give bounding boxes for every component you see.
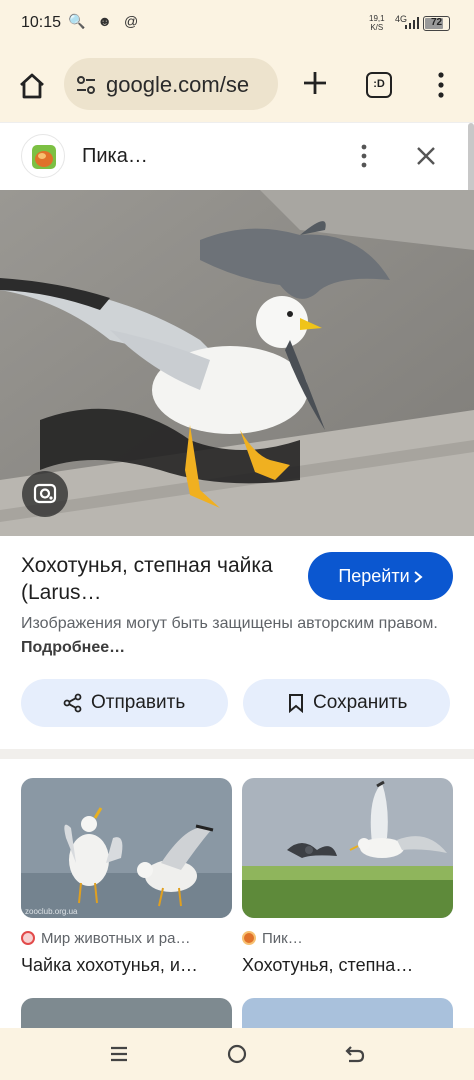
address-bar[interactable]: google.com/se [64, 58, 278, 110]
back-icon [345, 1046, 365, 1063]
share-label: Отправить [91, 692, 186, 713]
home-icon [20, 73, 44, 99]
site-name[interactable]: Пика… [82, 145, 148, 168]
copyright-text: Изображения могут быть защищены авторски… [21, 615, 438, 632]
sheet-header: Пика… [0, 122, 474, 195]
bookmark-icon [289, 694, 303, 713]
save-label: Сохранить [313, 692, 408, 713]
close-button[interactable] [414, 144, 438, 168]
source-favicon [242, 931, 256, 945]
status-time: 10:15 [21, 14, 62, 31]
related-source: Мир животных и ра… [21, 930, 232, 950]
home-button[interactable] [14, 68, 50, 104]
network-speed-value: 19,1 [369, 14, 385, 23]
thumbnail-watermark: zooclub.org.ua [25, 907, 78, 916]
related-title[interactable]: Хохотунья, степна… [242, 955, 453, 976]
network-speed-unit: K/S [370, 23, 384, 32]
section-divider [0, 749, 474, 759]
status-bar: 10:15 🔍 ☻ @ 19,1 K/S 4G 72 [0, 0, 474, 48]
related-thumbnail[interactable] [242, 998, 453, 1028]
more-vert-icon [361, 144, 367, 168]
chevron-right-icon [414, 571, 423, 583]
plus-icon [304, 72, 326, 94]
related-source-name: Пик… [262, 930, 303, 947]
related-card[interactable]: Пик… Хохотунья, степна… [242, 778, 453, 976]
related-source-name: Мир животных и ра… [41, 930, 191, 947]
learn-more-link[interactable]: Подробнее… [21, 639, 125, 656]
system-nav-bar [0, 1028, 474, 1080]
tab-switcher-button[interactable]: :D [366, 72, 392, 98]
back-nav-button[interactable] [343, 1042, 367, 1066]
visit-button-label: Перейти [338, 566, 410, 586]
copyright-notice: Изображения могут быть защищены авторски… [21, 612, 451, 660]
close-icon [417, 147, 435, 165]
result-image[interactable] [0, 190, 474, 536]
browser-menu-button[interactable] [433, 71, 449, 99]
circle-home-icon [227, 1044, 247, 1064]
lens-search-button[interactable] [22, 471, 68, 517]
recent-apps-button[interactable] [107, 1042, 131, 1066]
url-text[interactable]: google.com/se [106, 72, 274, 98]
site-settings-icon[interactable] [74, 73, 98, 97]
more-vert-icon [438, 72, 444, 98]
site-favicon [21, 134, 65, 178]
signal-bars-icon [405, 17, 419, 29]
image-result-sheet: Пика… Хохотунья, степная чайка (Larus… П… [0, 122, 474, 1028]
source-favicon [21, 931, 35, 945]
related-title[interactable]: Чайка хохотунья, и… [21, 955, 232, 976]
related-thumbnail[interactable]: zooclub.org.ua [21, 778, 232, 918]
home-nav-button[interactable] [225, 1042, 249, 1066]
share-icon [63, 693, 82, 713]
result-title[interactable]: Хохотунья, степная чайка (Larus… [21, 552, 291, 606]
related-thumbnail[interactable] [242, 778, 453, 918]
save-button[interactable]: Сохранить [243, 679, 450, 727]
share-button[interactable]: Отправить [21, 679, 228, 727]
battery-icon: 72 [423, 16, 450, 31]
notification-icons: 🔍 ☻ @ [68, 13, 143, 29]
scrollbar[interactable] [468, 123, 474, 195]
network-speed: 19,1 K/S [369, 14, 385, 32]
battery-level: 72 [430, 17, 443, 28]
menu-icon [111, 1046, 127, 1062]
new-tab-button[interactable] [300, 68, 330, 98]
visit-button[interactable]: Перейти [308, 552, 453, 600]
related-thumbnail[interactable] [21, 998, 232, 1028]
more-options-button[interactable] [354, 144, 374, 168]
related-card[interactable]: zooclub.org.ua Мир животных и ра… Чайка … [21, 778, 232, 976]
lens-icon [33, 483, 57, 504]
related-source: Пик… [242, 930, 453, 950]
browser-toolbar: google.com/se :D [0, 48, 474, 122]
